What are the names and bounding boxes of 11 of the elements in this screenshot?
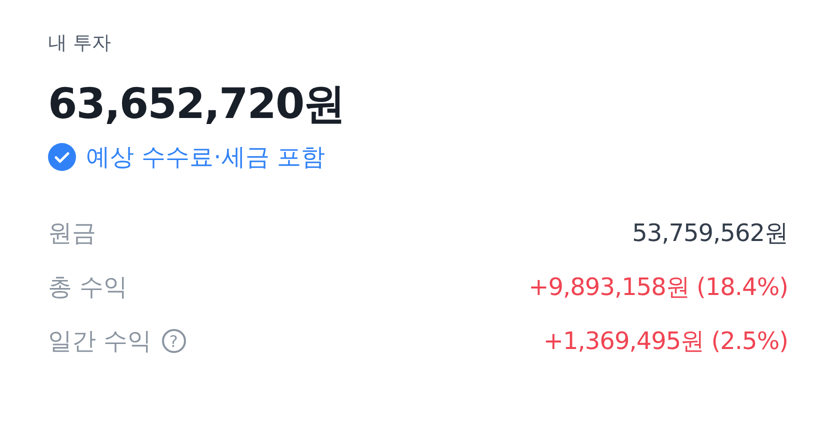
checkbox-icon[interactable] bbox=[48, 143, 76, 171]
row-value: 53,759,562원 bbox=[632, 218, 788, 249]
section-title: 내 투자 bbox=[48, 31, 112, 56]
notice-label: 예상 수수료·세금 포함 bbox=[86, 142, 325, 173]
row-label: 일간 수익 bbox=[48, 326, 152, 357]
help-icon[interactable]: ? bbox=[162, 329, 186, 353]
row-value: +9,893,158원 (18.4%) bbox=[528, 272, 788, 303]
total-amount: 63,652,720원 bbox=[48, 78, 346, 130]
row-value: +1,369,495원 (2.5%) bbox=[543, 326, 788, 357]
row-label: 원금 bbox=[48, 218, 96, 249]
row-label: 총 수익 bbox=[48, 272, 128, 303]
